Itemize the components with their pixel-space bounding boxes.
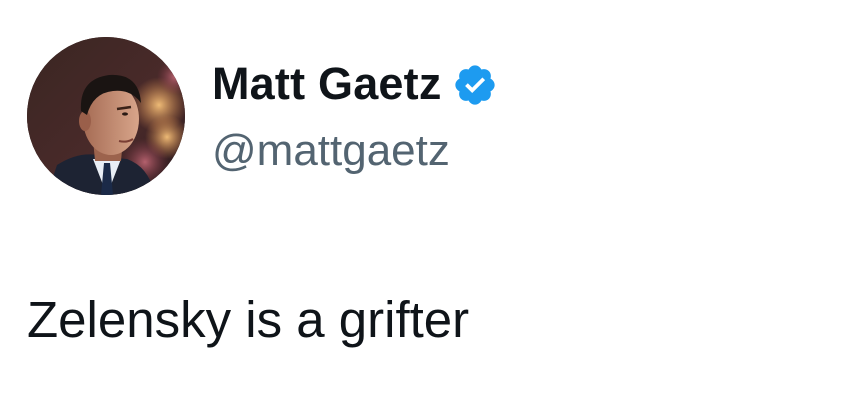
verified-badge-icon[interactable] xyxy=(452,62,498,108)
author-handle[interactable]: @mattgaetz xyxy=(212,124,450,178)
tweet-body-text: Zelensky is a grifter xyxy=(27,291,470,348)
avatar-photo-icon xyxy=(27,37,185,195)
author-avatar[interactable] xyxy=(27,37,185,195)
author-name-row: Matt Gaetz xyxy=(212,56,498,112)
tweet-card: Matt Gaetz @mattgaetz Zelensky is a grif… xyxy=(0,0,859,413)
author-display-name[interactable]: Matt Gaetz xyxy=(212,56,442,112)
